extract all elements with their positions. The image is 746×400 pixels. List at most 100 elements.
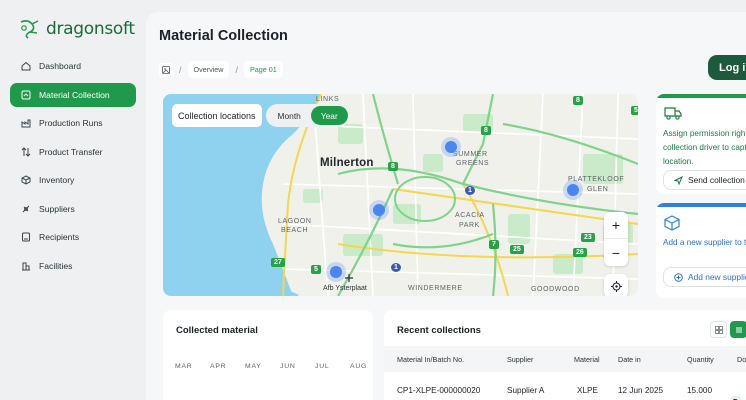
production-icon — [21, 119, 31, 128]
sidebar-item-label: Production Runs — [39, 118, 103, 128]
column-header[interactable]: Material In/Batch No. — [397, 355, 464, 364]
road-shield: 23 — [581, 233, 595, 242]
facilities-icon — [22, 262, 30, 270]
month-label: APR — [210, 363, 227, 370]
road-shield: 1 — [391, 263, 401, 272]
login-button[interactable]: Log in — [708, 55, 746, 80]
cell-quantity: 15.000 — [687, 386, 713, 395]
sidebar-item-material-collection[interactable]: Material Collection — [10, 82, 136, 107]
map-label: GREENS — [456, 160, 490, 167]
map-label: PARK — [459, 222, 480, 229]
map-label: Milnerton — [320, 157, 374, 169]
breadcrumb: / Overview / Page 01 — [159, 61, 283, 78]
column-header[interactable]: Quantity — [687, 355, 714, 364]
table-header: Material In/Batch No. Supplier Material … — [384, 346, 746, 372]
truck-icon — [664, 107, 682, 120]
list-view-icon[interactable] — [730, 321, 746, 338]
document-badge[interactable]: D — [731, 396, 741, 400]
breadcrumb-separator: / — [235, 64, 238, 75]
collection-location-pin[interactable] — [567, 184, 579, 196]
inventory-icon — [21, 175, 31, 185]
column-header[interactable]: Date in — [618, 355, 641, 364]
road-shield: 5 — [631, 106, 638, 115]
road-shield: 26 — [573, 248, 587, 257]
driver-card-text: Assign permission rights to collection d… — [663, 129, 746, 166]
send-collection-link-label: Send collection link — [688, 175, 746, 185]
period-toggle: Month Year — [265, 104, 350, 127]
map-label: SUMMER — [453, 151, 488, 158]
send-collection-link-button[interactable]: Send collection link — [663, 170, 746, 190]
airport-icon — [345, 274, 353, 282]
cell-batch: CP1-XLPE-000000020 — [397, 386, 481, 395]
map-label: ACACIA — [455, 212, 485, 219]
sidebar-item-facilities[interactable]: Facilities — [10, 254, 136, 278]
material-icon — [21, 90, 31, 99]
road-shield: 27 — [271, 258, 285, 267]
dragon-logo-icon — [20, 20, 39, 39]
grid-view-icon[interactable] — [710, 321, 727, 338]
month-label: AUG — [350, 363, 368, 370]
month-label: JUN — [280, 363, 296, 370]
add-new-supplier-button[interactable]: Add new supplier — [663, 267, 746, 287]
month-axis: MAR APR MAY JUN JUL AUG — [175, 363, 385, 370]
sidebar-item-label: Material Collection — [39, 89, 110, 100]
supplier-card-text: Add a new supplier to the chain — [663, 238, 746, 247]
map-label: BEACH — [281, 227, 309, 234]
road-shield: 25 — [510, 245, 524, 254]
collection-location-pin[interactable] — [330, 266, 342, 278]
sidebar-item-dashboard[interactable]: Dashboard — [10, 54, 136, 78]
breadcrumb-current[interactable]: Page 01 — [244, 61, 283, 78]
map-label: WINDERMERE — [408, 285, 463, 292]
collected-material-card: Collected material MAR APR MAY JUN JUL A… — [163, 310, 373, 400]
road-shield: 8 — [388, 162, 398, 171]
month-label: MAY — [245, 363, 262, 370]
road-shield: 5 — [311, 265, 321, 274]
add-supplier-card: Add a new supplier to the chain Add new … — [656, 203, 746, 298]
sidebar-item-product-transfer[interactable]: Product Transfer — [10, 140, 136, 164]
zoom-out-button[interactable]: − — [604, 239, 628, 266]
brand-logo[interactable]: dragonsoft — [18, 18, 135, 40]
map-label: PLATTEKLOOF — [568, 176, 625, 183]
cell-supplier: Supplier A — [507, 386, 545, 395]
sidebar-item-label: Inventory — [39, 175, 75, 185]
sidebar-item-inventory[interactable]: Inventory — [10, 168, 136, 192]
toggle-year[interactable]: Year — [310, 106, 348, 125]
collection-map[interactable]: LINKS Milnerton SUMMER GREENS PLATTEKLOO… — [163, 94, 638, 296]
road-shield: 8 — [573, 96, 583, 105]
toggle-month[interactable]: Month — [268, 106, 311, 125]
sidebar-item-suppliers[interactable]: Suppliers — [10, 197, 136, 221]
collection-locations-label: Collection locations — [172, 104, 262, 127]
sidebar: dragonsoft Dashboard Material Collection… — [0, 0, 146, 400]
box-icon — [664, 215, 680, 231]
cell-date: 12 Jun 2025 — [618, 386, 664, 395]
road-shield: 7 — [489, 240, 499, 249]
breadcrumb-overview[interactable]: Overview — [187, 61, 230, 78]
cell-material: XLPE — [577, 386, 598, 395]
image-icon[interactable] — [159, 62, 173, 77]
card-accent-bar — [656, 94, 746, 98]
view-switcher — [710, 321, 746, 338]
locate-icon[interactable] — [604, 274, 628, 296]
add-new-supplier-label: Add new supplier — [688, 272, 746, 282]
collection-location-pin[interactable] — [373, 204, 385, 216]
sidebar-nav: Dashboard Material Collection Production… — [10, 54, 136, 282]
suppliers-icon — [22, 205, 30, 212]
map-controls: Collection locations Month Year — [172, 104, 350, 127]
send-icon — [674, 175, 683, 185]
column-header[interactable]: Do — [737, 355, 746, 364]
app-root: dragonsoft Dashboard Material Collection… — [0, 0, 746, 400]
zoom-in-button[interactable]: + — [604, 212, 628, 239]
driver-permission-card: Assign permission rights to collection d… — [656, 94, 746, 194]
sidebar-item-label: Facilities — [39, 260, 73, 271]
card-accent-bar — [656, 203, 746, 207]
sidebar-item-label: Dashboard — [39, 61, 82, 71]
road-shield: 1 — [465, 186, 475, 195]
column-header[interactable]: Supplier — [507, 355, 533, 364]
sidebar-item-production-runs[interactable]: Production Runs — [10, 111, 136, 135]
plus-circle-icon — [674, 272, 683, 282]
sidebar-item-recipients[interactable]: Recipients — [10, 225, 136, 249]
zoom-control: + − — [604, 212, 628, 266]
column-header[interactable]: Material — [574, 355, 600, 364]
collection-location-pin[interactable] — [445, 141, 457, 153]
page-title: Material Collection — [159, 28, 288, 44]
